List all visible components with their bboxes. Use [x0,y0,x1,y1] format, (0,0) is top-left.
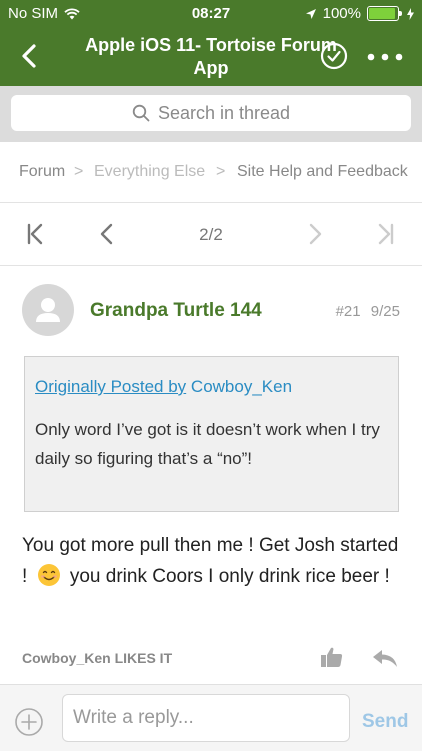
reply-icon[interactable] [372,648,398,668]
back-chevron-icon[interactable] [16,42,44,70]
avatar[interactable] [22,284,74,336]
smile-emoji-icon [37,564,60,586]
next-page-icon[interactable] [304,223,326,245]
charging-icon [407,7,414,20]
search-icon [132,104,150,122]
post-body-text-2: you drink Coors I only drink rice beer ! [69,566,390,587]
breadcrumb-separator: > [74,163,84,180]
search-placeholder: Search in thread [157,102,291,123]
send-button[interactable]: Send [362,711,408,733]
page-number: 2/2 [199,225,223,244]
post-date: 9/25 [370,303,400,320]
last-page-icon[interactable] [374,223,396,245]
quote-text: Only word I’ve got is it doesn’t work wh… [35,420,380,468]
post-body: You got more pull then me ! Get Josh sta… [22,530,402,592]
location-arrow-icon [305,8,316,19]
thread-title: Apple iOS 11- Tortoise Forum App [85,35,337,78]
quote-link[interactable]: Originally Posted by [35,377,186,396]
battery-percent: 100% [322,5,361,22]
checkmark-circle-icon[interactable] [320,42,348,70]
breadcrumb-item-forum[interactable]: Forum [19,163,65,181]
quote-block: Originally Posted by Cowboy_Ken Only wor… [24,356,399,512]
reply-input[interactable]: Write a reply... [62,694,350,742]
breadcrumb-item-site-help[interactable]: Site Help and Feedback [237,163,408,181]
likes-text: Cowboy_Ken LIKES IT [22,650,173,666]
nav-bar: Apple iOS 11- Tortoise Forum App [0,28,422,86]
status-bar: No SIM 08:27 100% [0,0,422,28]
avatar-placeholder-icon [36,298,60,322]
reply-composer: Write a reply... Send [0,684,422,751]
plus-circle-icon[interactable] [14,707,44,737]
search-bar-container: Search in thread [0,86,422,142]
post-number: #21 [335,303,361,320]
breadcrumb-separator: > [216,163,226,180]
pagination-bar: 2/2 [0,203,422,266]
post-meta: #21 9/25 [336,303,400,320]
breadcrumb: Forum > Everything Else > Site Help and … [0,142,422,203]
quote-author[interactable]: Cowboy_Ken [191,377,292,396]
quote-header: Originally Posted by Cowboy_Ken [35,377,292,397]
post-author[interactable]: Grandpa Turtle 144 [90,300,262,322]
thumbs-up-icon[interactable] [320,646,344,668]
more-dots-icon[interactable] [366,52,404,62]
battery-icon [367,6,402,21]
search-input[interactable]: Search in thread [11,95,411,131]
breadcrumb-item-everything-else[interactable]: Everything Else [94,163,205,181]
status-right: 100% [305,5,414,22]
